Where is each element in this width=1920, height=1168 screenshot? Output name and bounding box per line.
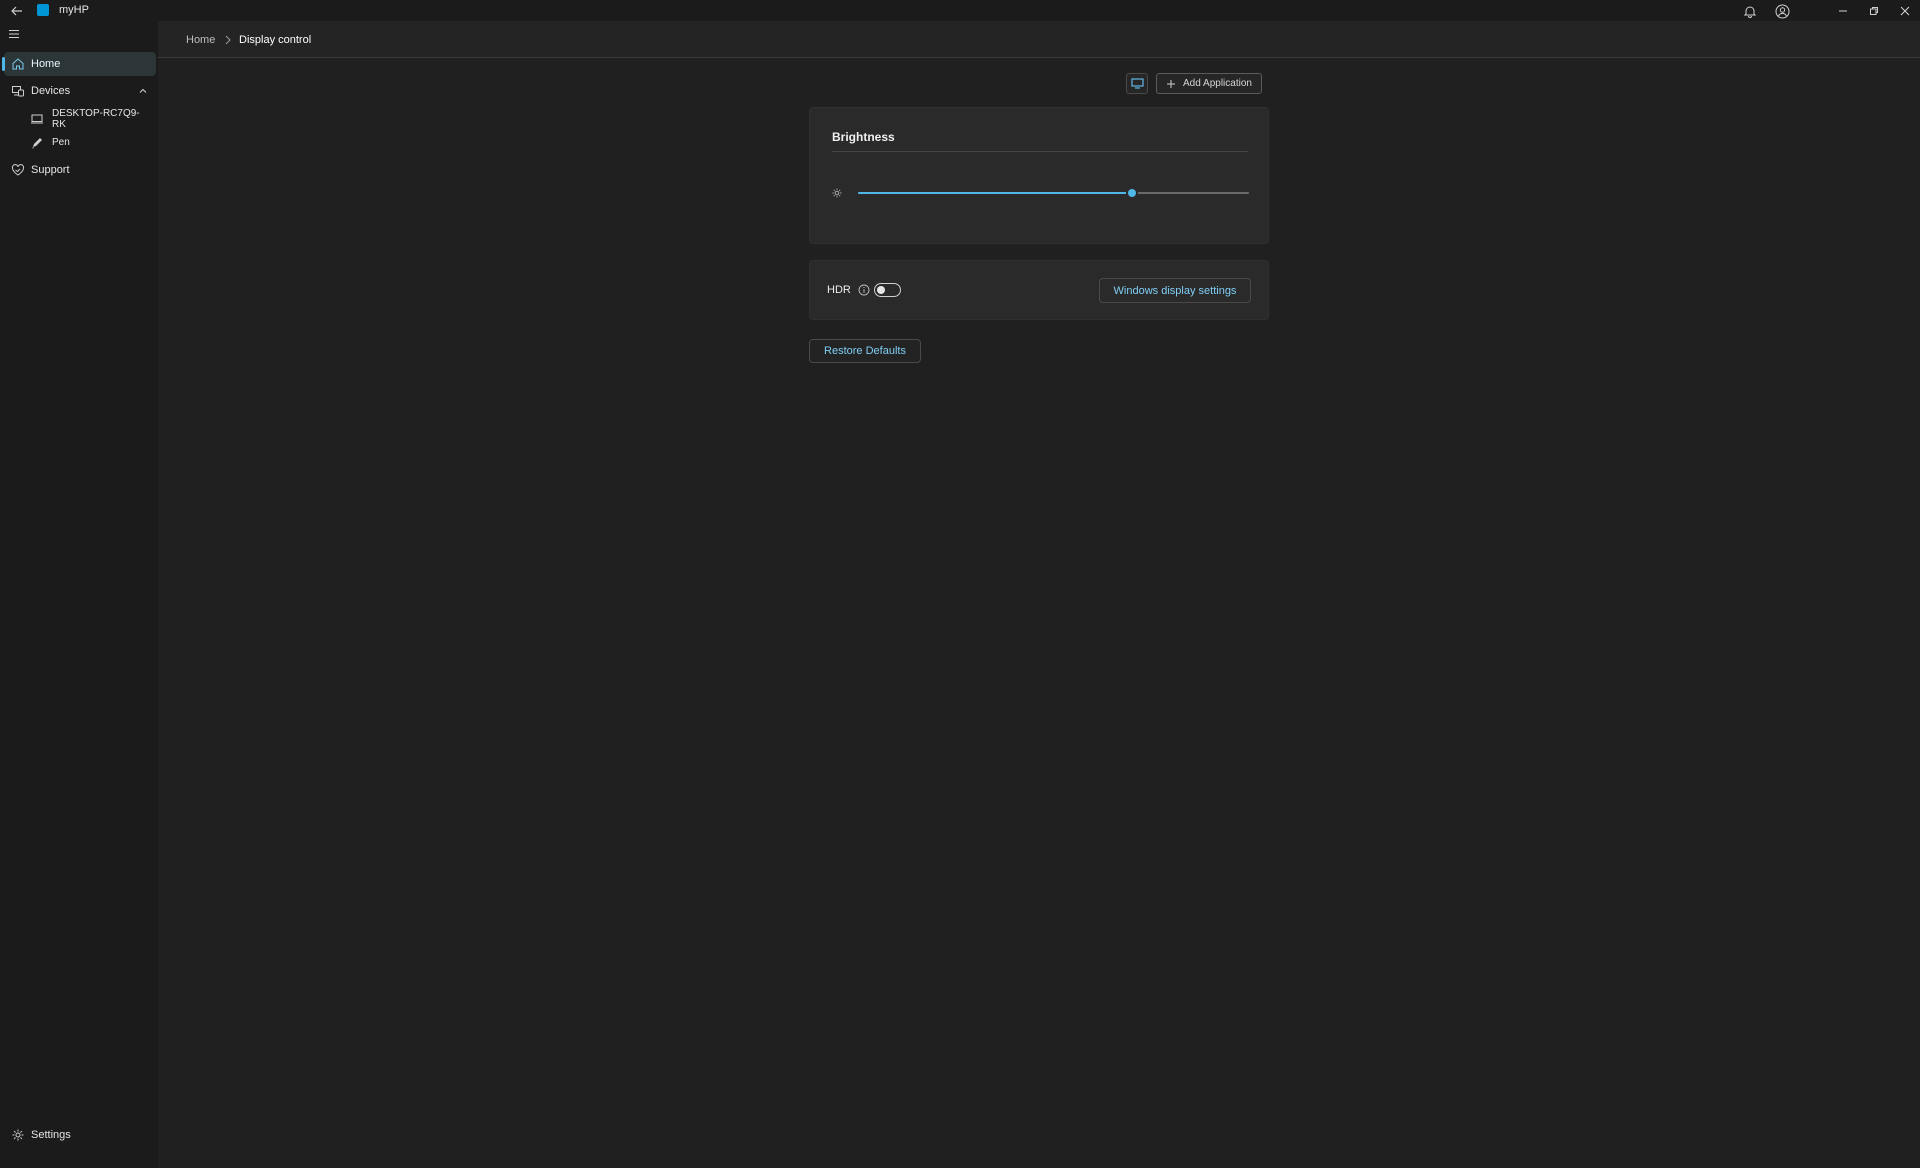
sun-icon (832, 188, 842, 198)
devices-icon (11, 84, 25, 98)
slider-fill (858, 192, 1132, 194)
sidebar-item-label: Devices (31, 85, 71, 97)
sidebar-device-pen[interactable]: Pen (28, 134, 156, 152)
add-application-button[interactable]: Add Application (1156, 73, 1262, 94)
sidebar-item-home[interactable]: Home (2, 52, 156, 76)
back-arrow-icon[interactable] (8, 3, 26, 19)
add-application-label: Add Application (1183, 78, 1252, 89)
hdr-toggle[interactable] (874, 283, 901, 297)
minimize-icon[interactable] (1834, 2, 1852, 20)
sidebar-device-desktop[interactable]: DESKTOP-RC7Q9-RK (28, 107, 156, 131)
brightness-title: Brightness (832, 130, 895, 144)
hp-logo-icon (37, 4, 49, 16)
sidebar-item-settings[interactable]: Settings (4, 1123, 156, 1147)
title-bar: myHP (0, 0, 1920, 21)
breadcrumb-home[interactable]: Home (186, 34, 215, 46)
toggle-knob (877, 286, 885, 294)
device-label: DESKTOP-RC7Q9-RK (52, 108, 140, 130)
breadcrumb-current: Display control (239, 34, 312, 46)
restore-icon[interactable] (1865, 2, 1883, 20)
windows-display-settings-button[interactable]: Windows display settings (1099, 278, 1251, 303)
chevron-right-icon (223, 34, 233, 46)
device-label: Pen (52, 137, 70, 148)
sidebar-item-devices[interactable]: Devices (4, 79, 156, 103)
gear-icon (11, 1128, 25, 1142)
pen-icon (30, 136, 44, 150)
slider-thumb[interactable] (1125, 187, 1138, 199)
brightness-card: Brightness (809, 107, 1269, 244)
monitor-icon (1130, 78, 1144, 89)
sidebar-item-support[interactable]: Support (4, 158, 156, 182)
sidebar-item-label: Support (31, 164, 70, 176)
brightness-slider[interactable] (858, 187, 1249, 199)
sidebar-item-label: Home (31, 58, 61, 70)
restore-defaults-button[interactable]: Restore Defaults (809, 339, 921, 363)
breadcrumb: Home Display control (158, 21, 1920, 58)
bell-icon[interactable] (1741, 2, 1759, 20)
sidebar: Home Devices DESKTOP-RC7Q9-RK Pen Suppor… (0, 21, 158, 1168)
support-icon (11, 163, 25, 177)
account-icon[interactable] (1773, 2, 1791, 20)
plus-icon (1166, 79, 1176, 89)
laptop-icon (30, 112, 44, 126)
divider (832, 151, 1248, 152)
display-select-button[interactable] (1126, 73, 1148, 94)
close-icon[interactable] (1896, 2, 1914, 20)
hamburger-menu-icon[interactable] (8, 29, 22, 41)
settings-label: Settings (31, 1129, 71, 1141)
info-icon[interactable] (858, 284, 870, 296)
app-title: myHP (59, 4, 89, 16)
chevron-up-icon[interactable] (138, 86, 148, 96)
hdr-label: HDR (827, 284, 851, 296)
home-icon (11, 57, 25, 71)
main-content: Home Display control Add Application Bri… (158, 21, 1920, 1168)
hdr-card: HDR Windows display settings (809, 260, 1269, 320)
